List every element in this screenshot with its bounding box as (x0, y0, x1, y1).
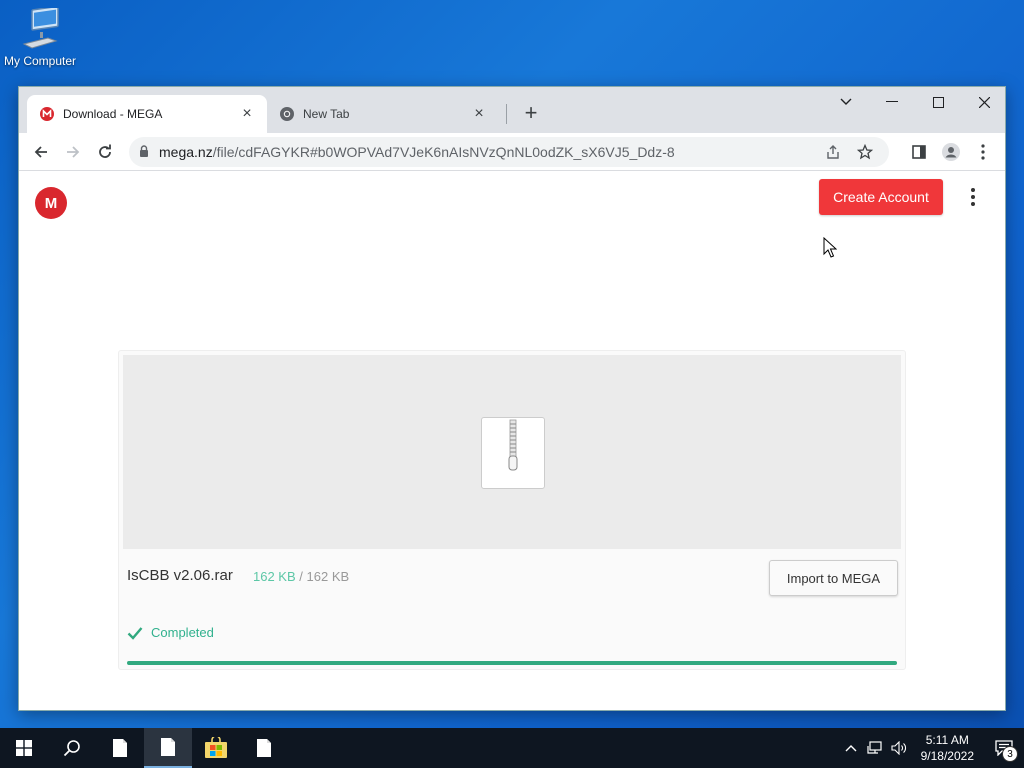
create-account-button[interactable]: Create Account (819, 179, 943, 215)
taskbar-app-store[interactable] (192, 728, 240, 768)
dot-icon (971, 188, 975, 192)
maximize-button[interactable] (915, 87, 961, 117)
reload-button[interactable] (89, 136, 121, 168)
avatar-icon (942, 143, 960, 161)
logo-letter: M (44, 194, 58, 212)
page-menu-button[interactable] (965, 185, 981, 209)
status-text: Completed (151, 625, 214, 640)
dot-icon (971, 202, 975, 206)
desktop-icon-label: My Computer (3, 54, 77, 68)
side-panel-icon (912, 145, 926, 159)
progress-fill (127, 661, 897, 665)
size-separator: / (299, 569, 303, 584)
network-button[interactable] (863, 728, 887, 768)
download-status: Completed (127, 625, 214, 640)
checkmark-icon (127, 626, 143, 640)
browser-toolbar: mega.nz/file/cdFAGYKR#b0WOPVAd7VJeK6nAIs… (19, 133, 1005, 171)
search-button[interactable] (48, 728, 96, 768)
browser-window: Download - MEGA × New Tab × + mega.nz/fi… (18, 86, 1006, 711)
progress-bar (127, 661, 897, 665)
tab-new-tab[interactable]: New Tab × (267, 95, 499, 133)
back-button[interactable] (25, 136, 57, 168)
tab-search-button[interactable] (823, 87, 869, 117)
url-path: /file/cdFAGYKR#b0WOPVAd7VJeK6nAIsNVzQnNL… (212, 144, 675, 160)
chrome-icon (280, 107, 294, 121)
desktop-icon-my-computer[interactable]: My Computer (2, 8, 78, 68)
mega-logo[interactable]: M (35, 187, 67, 219)
minimize-icon (886, 101, 898, 102)
forward-button[interactable] (57, 136, 89, 168)
volume-button[interactable] (887, 728, 911, 768)
action-center-button[interactable]: 3 (984, 728, 1024, 768)
window-close-button[interactable] (961, 87, 1007, 117)
menu-button[interactable] (967, 136, 999, 168)
close-icon[interactable]: × (239, 105, 255, 122)
taskbar-app-file-2[interactable] (144, 728, 192, 768)
clock-time: 5:11 AM (925, 733, 969, 747)
address-bar[interactable]: mega.nz/file/cdFAGYKR#b0WOPVAd7VJeK6nAIs… (129, 137, 889, 167)
import-to-mega-button[interactable]: Import to MEGA (769, 560, 898, 596)
tab-title: Download - MEGA (63, 107, 163, 121)
document-icon (113, 739, 127, 757)
store-icon (205, 737, 227, 758)
tab-separator (506, 104, 507, 124)
computer-icon (22, 8, 59, 49)
taskbar-app-file-1[interactable] (96, 728, 144, 768)
windows-logo-icon (16, 740, 32, 756)
close-icon (978, 96, 990, 108)
side-panel-button[interactable] (903, 136, 935, 168)
search-icon (63, 740, 80, 757)
system-tray: 5:11 AM 9/18/2022 3 (839, 728, 1024, 768)
tab-strip: Download - MEGA × New Tab × + (19, 87, 1005, 133)
page-content: M Create Account IsCBB v2.06.rar 162 KB … (19, 171, 1005, 710)
document-icon (161, 738, 175, 756)
profile-button[interactable] (935, 136, 967, 168)
network-icon (867, 741, 882, 754)
file-size: 162 KB / 162 KB (253, 569, 349, 584)
start-button[interactable] (0, 728, 48, 768)
file-name: IsCBB v2.06.rar (127, 567, 233, 584)
mouse-cursor-icon (823, 237, 837, 258)
tab-mega-download[interactable]: Download - MEGA × (27, 95, 267, 133)
mega-icon (40, 107, 54, 121)
arrow-right-icon (67, 145, 80, 158)
show-hidden-icons-button[interactable] (839, 728, 863, 768)
new-tab-button[interactable]: + (517, 99, 545, 127)
maximize-icon (932, 96, 944, 108)
file-preview (123, 355, 901, 549)
document-icon (257, 739, 271, 757)
lock-icon (139, 144, 149, 160)
tab-title: New Tab (303, 107, 350, 121)
notification-badge: 3 (1002, 746, 1018, 762)
close-icon[interactable]: × (471, 105, 487, 122)
speaker-icon (891, 741, 906, 755)
chevron-up-icon (845, 745, 857, 752)
share-icon[interactable] (819, 138, 847, 166)
taskbar: 5:11 AM 9/18/2022 3 (0, 728, 1024, 768)
chevron-down-icon (840, 98, 852, 105)
taskbar-app-file-3[interactable] (240, 728, 288, 768)
kebab-menu-icon (981, 144, 985, 160)
downloaded-size: 162 KB (253, 569, 296, 584)
clock[interactable]: 5:11 AM 9/18/2022 (911, 732, 984, 764)
star-icon[interactable] (851, 138, 879, 166)
file-card: IsCBB v2.06.rar 162 KB / 162 KB Import t… (118, 350, 906, 670)
arrow-left-icon (34, 145, 47, 158)
minimize-button[interactable] (869, 87, 915, 117)
archive-icon (481, 417, 545, 489)
dot-icon (971, 195, 975, 199)
clock-date: 9/18/2022 (920, 749, 974, 763)
reload-icon (99, 144, 111, 158)
total-size: 162 KB (306, 569, 350, 584)
url-text: mega.nz/file/cdFAGYKR#b0WOPVAd7VJeK6nAIs… (159, 144, 815, 160)
url-domain: mega.nz (159, 144, 213, 160)
